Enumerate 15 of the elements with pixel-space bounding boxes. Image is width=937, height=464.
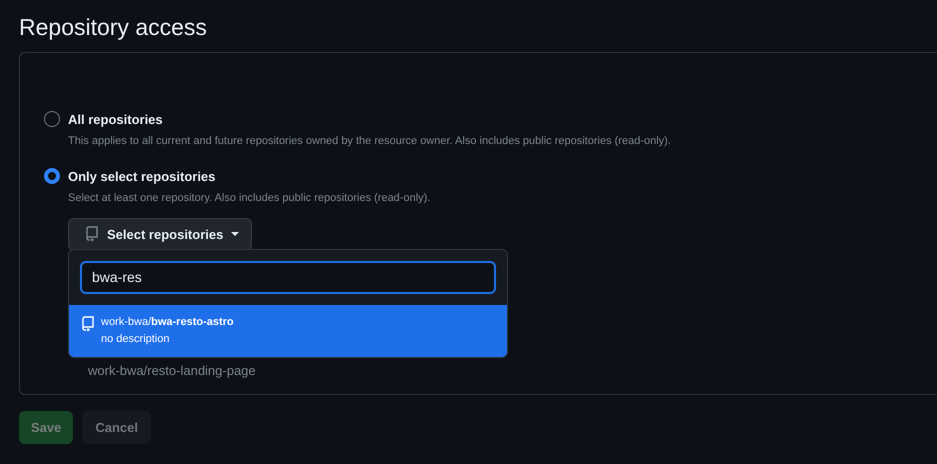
search-field[interactable]: bwa-res (80, 260, 496, 294)
option-description: This applies to all current and future repositories owned by the resource owner. Also includes public repositories (read-only). (68, 134, 672, 150)
repo-icon (81, 316, 95, 332)
radio-button[interactable] (44, 111, 60, 128)
repository-name: work-bwa/bwa-resto-astro (101, 314, 234, 330)
radio-button[interactable] (44, 168, 60, 184)
select-repositories-button[interactable]: Select repositories (68, 218, 252, 252)
repository-description: no description (101, 332, 170, 348)
repository-name: work-bwa/resto-landing-page (88, 362, 256, 380)
section-heading: Repository access (19, 14, 208, 42)
option-description: Select at least one repository. Also includes public repositories (read-only). (68, 191, 432, 206)
repository-option[interactable]: work-bwa/bwa-resto-astro no description (69, 304, 507, 357)
option-label: Only select repositories (68, 168, 216, 186)
repo-icon (85, 226, 99, 242)
option-label: All repositories (68, 110, 163, 129)
